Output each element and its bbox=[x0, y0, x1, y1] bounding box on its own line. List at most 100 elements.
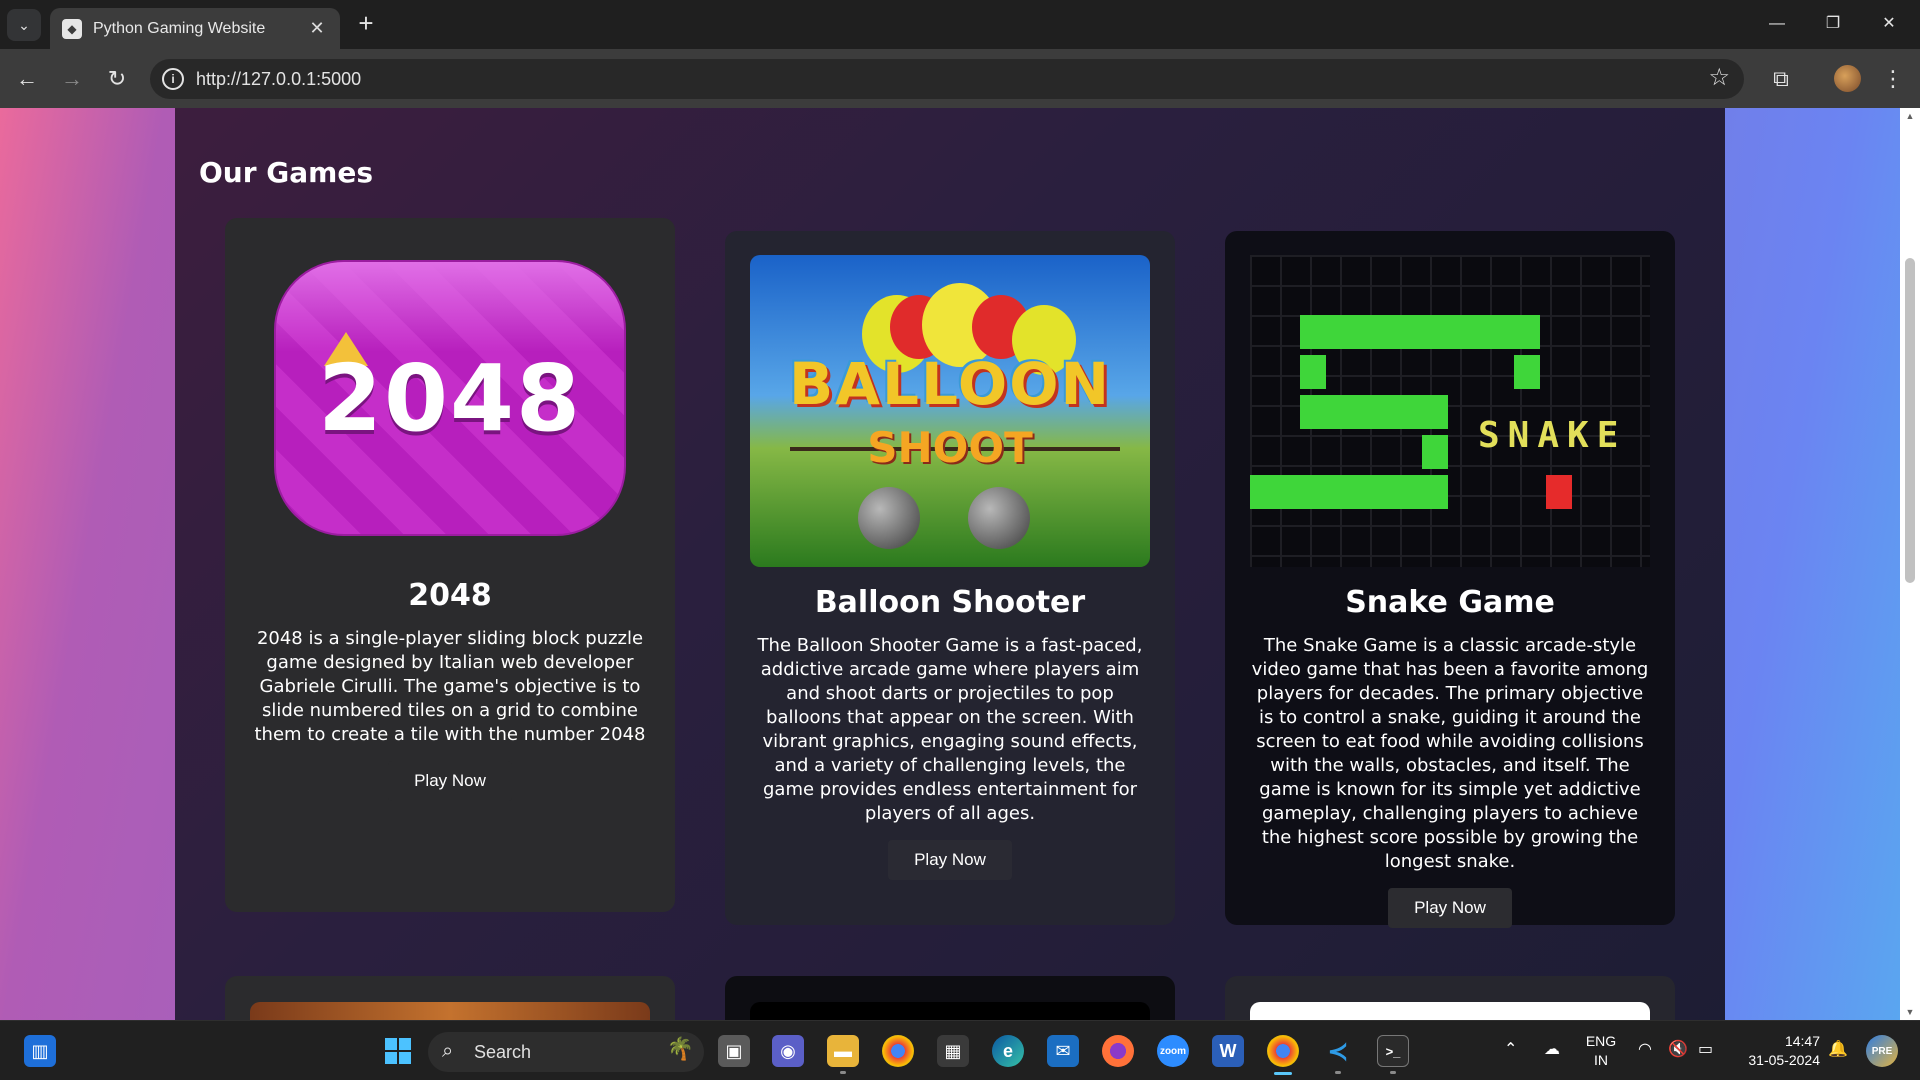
clock-date: 31-05-2024 bbox=[1748, 1052, 1820, 1068]
browser-toolbar: ← → ↻ i http://127.0.0.1:5000 ☆ ⧉ ⋮ bbox=[0, 49, 1920, 108]
minimize-button[interactable]: — bbox=[1754, 6, 1800, 42]
play-now-button[interactable]: Play Now bbox=[888, 840, 1012, 880]
arrow-right-icon: → bbox=[61, 66, 83, 91]
search-icon: ⌕ bbox=[442, 1040, 454, 1062]
tab-title: Python Gaming Website bbox=[93, 19, 266, 37]
close-window-button[interactable]: ✕ bbox=[1866, 6, 1912, 42]
star-icon[interactable]: ☆ bbox=[1708, 63, 1730, 92]
game-description: 2048 is a single-player sliding block pu… bbox=[254, 628, 646, 745]
chrome-icon[interactable] bbox=[882, 1035, 914, 1067]
game-description: The Balloon Shooter Game is a fast-paced… bbox=[757, 635, 1143, 824]
scroll-down-icon[interactable]: ▼ bbox=[1900, 1004, 1920, 1020]
file-explorer-icon[interactable]: ▬ bbox=[827, 1035, 859, 1067]
snake-segment bbox=[1300, 355, 1326, 389]
game-card-partial bbox=[1225, 976, 1675, 1020]
game-card-snake: SNAKE Snake Game The Snake Game is a cla… bbox=[1225, 231, 1675, 928]
chrome-profile-icon[interactable] bbox=[1267, 1035, 1299, 1067]
menu-icon[interactable]: ⋮ bbox=[1876, 62, 1910, 96]
extensions-icon[interactable]: ⧉ bbox=[1764, 62, 1798, 96]
game-title: Balloon Shooter bbox=[814, 585, 1086, 620]
tab-search-button[interactable]: ⌄ bbox=[7, 9, 41, 41]
wifi-icon[interactable]: ◠ bbox=[1638, 1039, 1652, 1059]
tab-strip: ⌄ ◆ Python Gaming Website ✕ + — ❐ ✕ bbox=[0, 0, 1920, 49]
taskbar-search[interactable]: ⌕ Search 🌴 bbox=[428, 1032, 704, 1072]
play-now-button[interactable]: Play Now bbox=[1388, 888, 1512, 928]
chevron-down-icon: ⌄ bbox=[18, 16, 30, 33]
scrollbar-thumb[interactable] bbox=[1905, 258, 1915, 583]
image-logo-balloon: BALLOON bbox=[788, 350, 1112, 418]
start-button[interactable] bbox=[382, 1035, 414, 1067]
snake-segment bbox=[1300, 315, 1540, 349]
reload-icon: ↻ bbox=[107, 66, 127, 91]
game-card-balloon-shooter: BALLOON SHOOT Balloon Shooter The Balloo… bbox=[725, 231, 1175, 925]
snake-segment bbox=[1300, 395, 1448, 429]
snake-segment bbox=[1422, 435, 1448, 469]
game-image-partial bbox=[250, 1002, 650, 1020]
spike-ball-icon bbox=[858, 487, 920, 549]
snake-segment bbox=[1250, 475, 1448, 509]
running-indicator bbox=[1335, 1071, 1341, 1074]
task-view-icon[interactable]: ▣ bbox=[718, 1035, 750, 1067]
game-image-partial bbox=[1250, 1002, 1650, 1020]
tab-active[interactable]: ◆ Python Gaming Website ✕ bbox=[50, 8, 340, 49]
clock[interactable]: 14:47 31-05-2024 bbox=[1734, 1032, 1820, 1070]
speaker-muted-icon[interactable]: 🔇 bbox=[1668, 1039, 1688, 1059]
game-card-partial bbox=[225, 976, 675, 1020]
copilot-icon[interactable]: PRE bbox=[1866, 1035, 1898, 1067]
reload-button[interactable]: ↻ bbox=[100, 63, 134, 95]
spike-ball-icon bbox=[968, 487, 1030, 549]
vscode-icon[interactable]: ≺ bbox=[1322, 1035, 1354, 1067]
scroll-up-icon[interactable]: ▲ bbox=[1900, 108, 1920, 124]
search-placeholder: Search bbox=[474, 1042, 532, 1062]
cloud-icon[interactable]: ☁ bbox=[1544, 1039, 1560, 1059]
game-image-snake: SNAKE bbox=[1250, 255, 1650, 567]
site-favicon-icon: ◆ bbox=[62, 18, 82, 39]
site-info-icon[interactable]: i bbox=[162, 68, 184, 90]
game-image-2048: 2048 bbox=[274, 260, 626, 536]
image-logo-2048: 2048 bbox=[317, 344, 583, 452]
arrow-left-icon: ← bbox=[16, 66, 38, 91]
zoom-icon[interactable]: zoom bbox=[1157, 1035, 1189, 1067]
game-title: Snake Game bbox=[1345, 585, 1555, 620]
image-logo-snake: SNAKE bbox=[1478, 415, 1627, 456]
restore-button[interactable]: ❐ bbox=[1810, 6, 1856, 42]
firefox-icon[interactable] bbox=[1102, 1035, 1134, 1067]
game-card-partial bbox=[725, 976, 1175, 1020]
page-scrollbar[interactable]: ▲ ▼ bbox=[1900, 108, 1920, 1020]
word-icon[interactable]: W bbox=[1212, 1035, 1244, 1067]
address-bar[interactable]: i http://127.0.0.1:5000 ☆ bbox=[150, 59, 1744, 99]
notification-bell-icon[interactable]: 🔔 bbox=[1828, 1039, 1848, 1059]
language-indicator[interactable]: ENG IN bbox=[1580, 1032, 1622, 1070]
windows-icon bbox=[385, 1038, 411, 1064]
game-description: The Snake Game is a classic arcade-style… bbox=[1251, 635, 1649, 872]
games-panel: Our Games 2048 2048 2048 is a single-pla… bbox=[175, 108, 1725, 1020]
taskbar: ▥ ⌕ Search 🌴 ▣ ◉ ▬ ▦ e ✉ zoom W ≺ >_ ⌃ ☁… bbox=[0, 1020, 1920, 1080]
forward-button[interactable]: → bbox=[55, 63, 89, 95]
edge-icon[interactable]: e bbox=[992, 1035, 1024, 1067]
language-code: ENG bbox=[1585, 1033, 1617, 1049]
url-text[interactable]: http://127.0.0.1:5000 bbox=[196, 69, 361, 90]
widgets-icon[interactable]: ▥ bbox=[24, 1035, 56, 1067]
active-indicator bbox=[1274, 1072, 1292, 1075]
avatar[interactable] bbox=[1834, 65, 1861, 92]
play-now-button[interactable]: Play Now bbox=[388, 761, 512, 801]
microsoft-store-icon[interactable]: ▦ bbox=[937, 1035, 969, 1067]
chevron-up-icon[interactable]: ⌃ bbox=[1504, 1039, 1517, 1059]
new-tab-button[interactable]: + bbox=[352, 10, 380, 38]
page-viewport: Our Games 2048 2048 2048 is a single-pla… bbox=[0, 108, 1900, 1020]
palm-tree-icon: 🌴 bbox=[666, 1036, 694, 1061]
game-image-balloon-shooter: BALLOON SHOOT bbox=[750, 255, 1150, 567]
running-indicator bbox=[840, 1071, 846, 1074]
terminal-icon[interactable]: >_ bbox=[1377, 1035, 1409, 1067]
close-tab-icon[interactable]: ✕ bbox=[306, 17, 328, 39]
game-title: 2048 bbox=[408, 578, 492, 613]
teams-chat-icon[interactable]: ◉ bbox=[772, 1035, 804, 1067]
back-button[interactable]: ← bbox=[10, 63, 44, 95]
image-logo-shoot: SHOOT bbox=[867, 423, 1033, 472]
battery-icon[interactable]: ▭ bbox=[1698, 1039, 1713, 1059]
clock-time: 14:47 bbox=[1784, 1033, 1820, 1049]
game-card-2048: 2048 2048 2048 is a single-player slidin… bbox=[225, 218, 675, 912]
language-region: IN bbox=[1594, 1052, 1608, 1068]
game-image-partial bbox=[750, 1002, 1150, 1020]
mail-icon[interactable]: ✉ bbox=[1047, 1035, 1079, 1067]
